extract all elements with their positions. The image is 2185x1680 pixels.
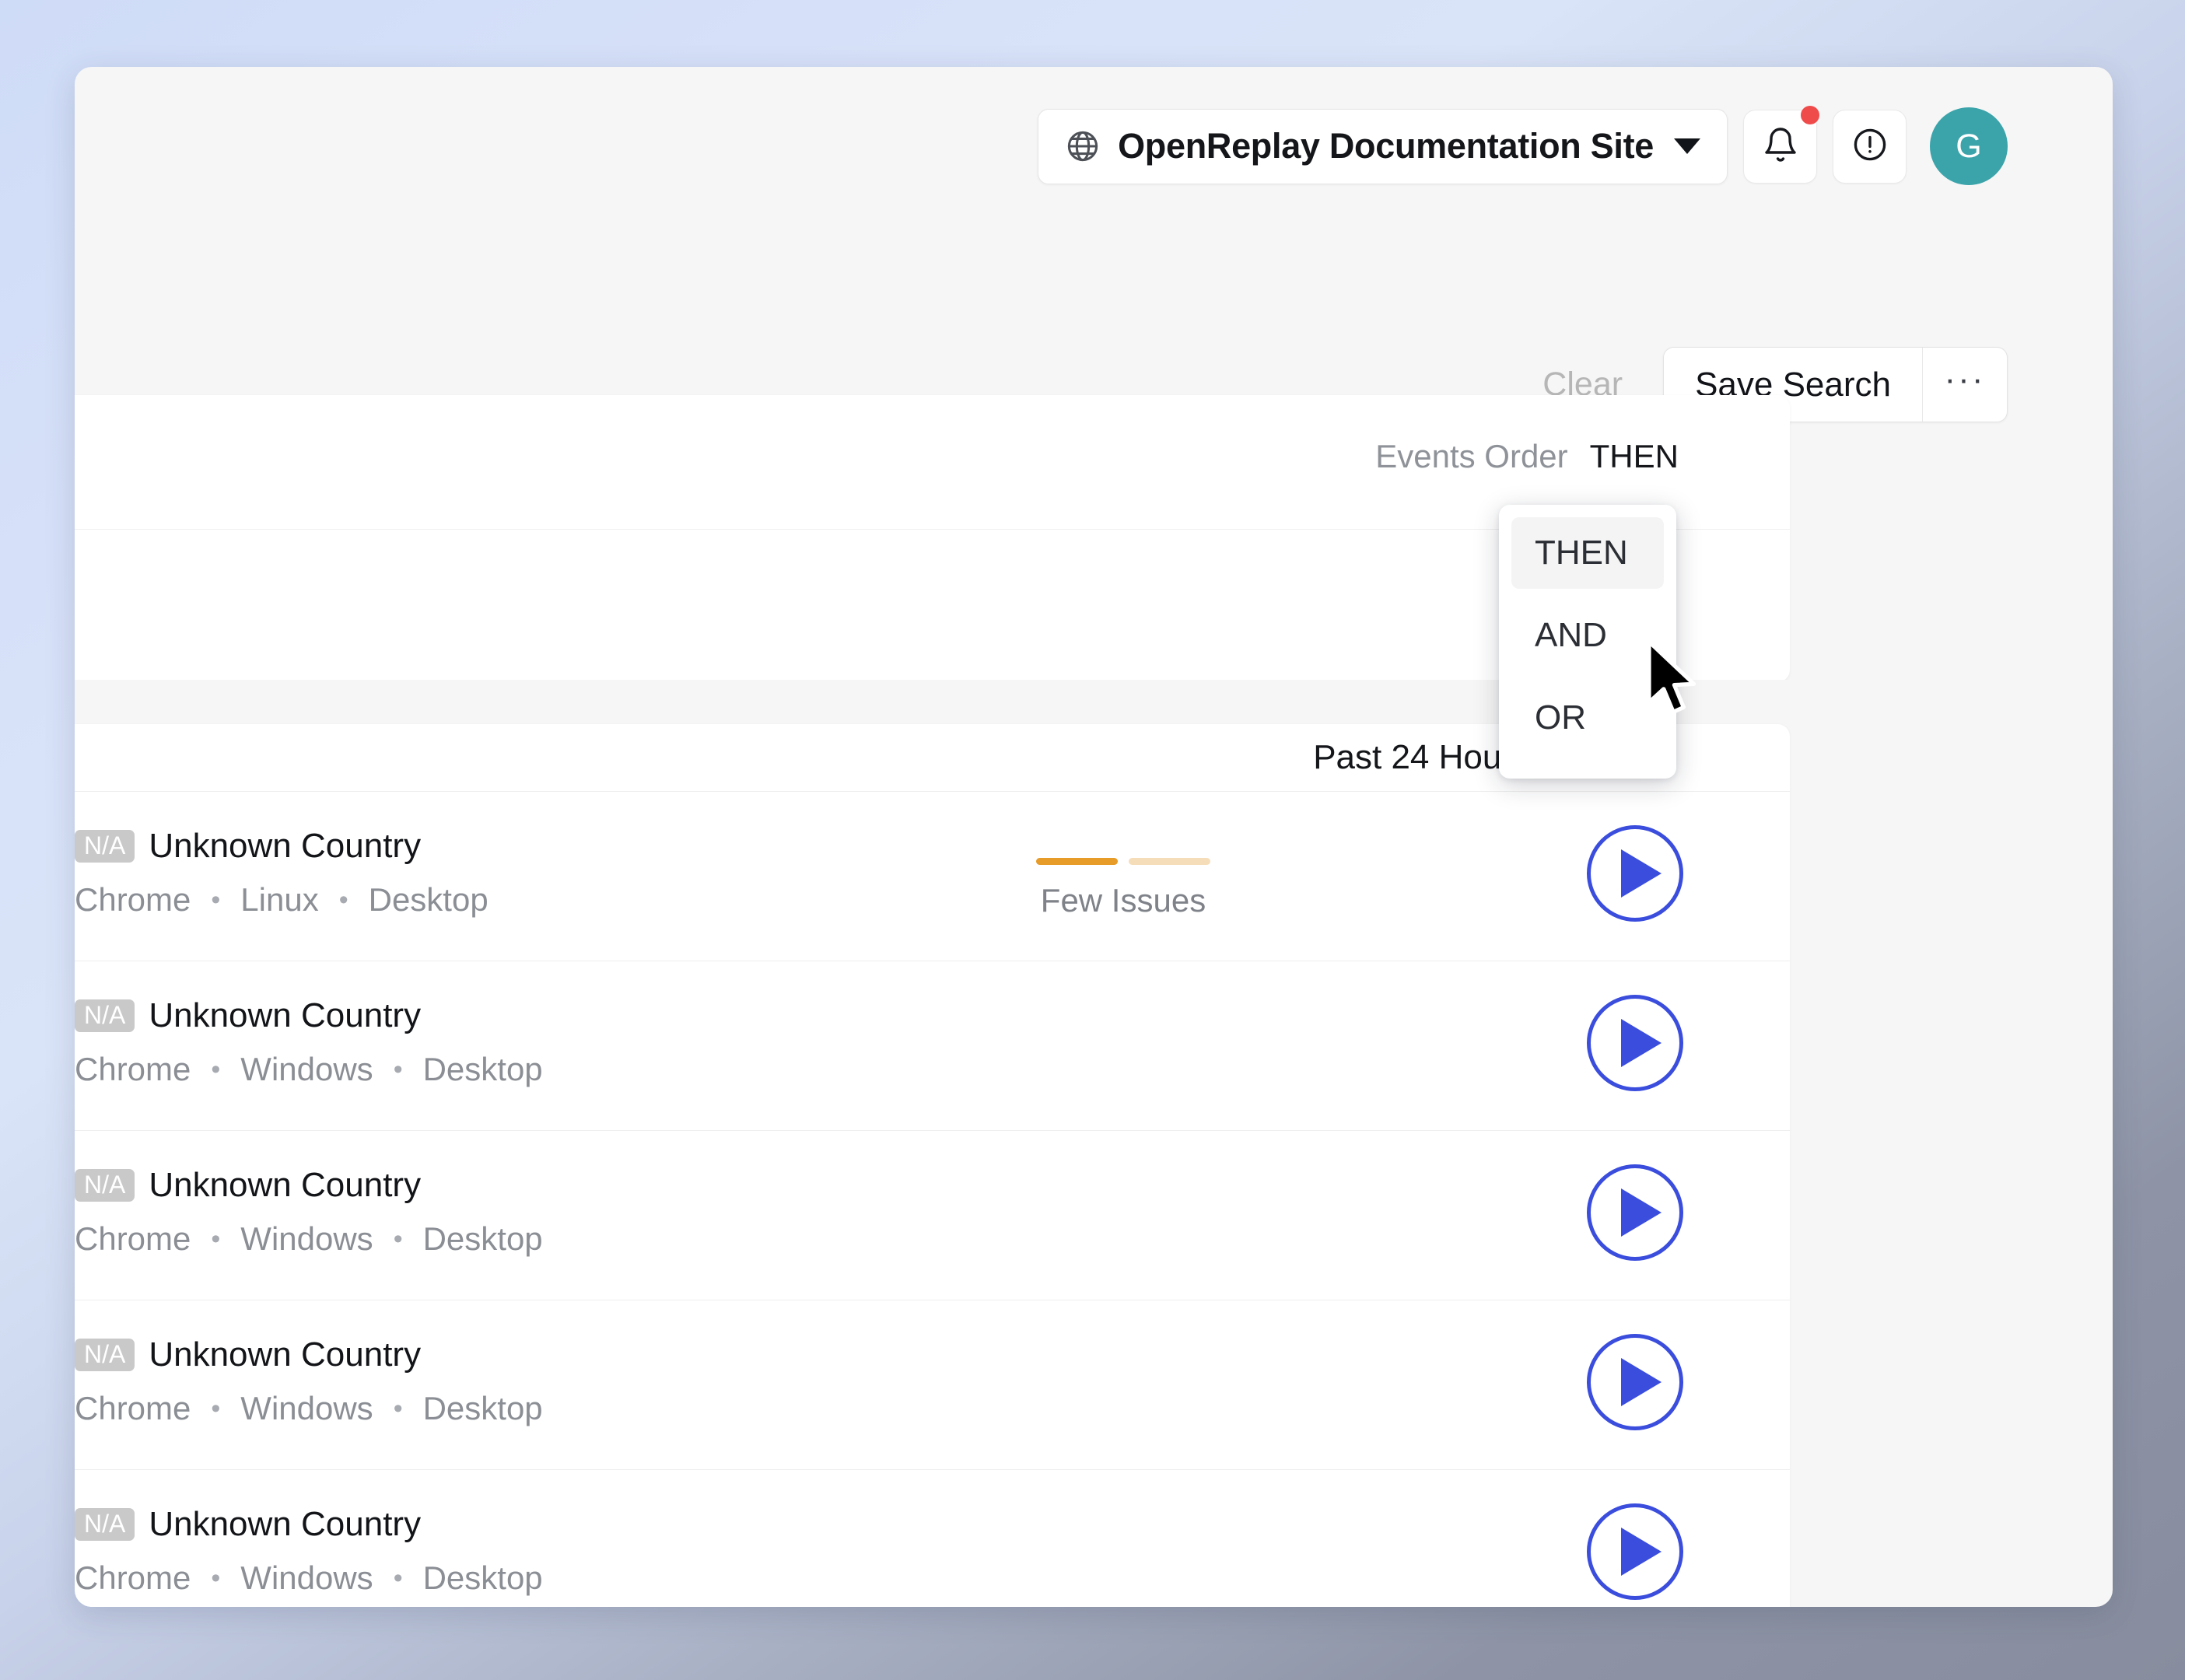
meta-separator: • [211, 1563, 221, 1593]
meta-separator: • [393, 1563, 403, 1593]
device-type: Desktop [368, 881, 488, 918]
os-name: Windows [240, 1390, 373, 1426]
globe-icon [1065, 128, 1101, 164]
play-icon [1621, 1528, 1662, 1576]
play-session-button[interactable] [1587, 825, 1683, 922]
device-type: Desktop [422, 1390, 543, 1426]
session-identity: N/A Unknown Country Chrome • Windows • D… [75, 996, 543, 1088]
session-issues-indicator: Few Issues [1034, 858, 1213, 919]
dropdown-option-then[interactable]: THEN [1511, 517, 1664, 589]
dropdown-option-or[interactable]: OR [1511, 682, 1664, 754]
bell-icon [1762, 126, 1799, 167]
top-bar-right-cluster: OpenReplay Documentation Site G [1038, 105, 2008, 185]
browser-name: Chrome [75, 881, 191, 918]
session-meta: Chrome • Windows • Desktop [75, 1051, 543, 1088]
session-identity: N/A Unknown Country Chrome • Windows • D… [75, 1335, 543, 1427]
more-options-button[interactable]: ··· [1923, 348, 2007, 422]
avatar[interactable]: G [1930, 107, 2008, 185]
notifications-button[interactable] [1743, 105, 1819, 184]
browser-name: Chrome [75, 1390, 191, 1426]
device-type: Desktop [422, 1220, 543, 1257]
country-flag-badge: N/A [75, 1339, 135, 1371]
play-icon [1621, 1358, 1662, 1406]
project-selector[interactable]: OpenReplay Documentation Site [1038, 108, 1728, 184]
session-meta: Chrome • Windows • Desktop [75, 1390, 543, 1427]
meta-separator: • [211, 884, 221, 915]
table-row[interactable]: N/A Unknown Country Chrome • Windows • D… [75, 1470, 1790, 1607]
country-name: Unknown Country [149, 1166, 422, 1204]
meta-separator: • [393, 1054, 403, 1084]
play-icon [1621, 849, 1662, 898]
session-country: N/A Unknown Country [75, 1505, 543, 1544]
play-session-button[interactable] [1587, 1503, 1683, 1600]
country-name: Unknown Country [149, 1335, 422, 1374]
session-country: N/A Unknown Country [75, 827, 488, 866]
country-name: Unknown Country [149, 1505, 422, 1543]
session-identity: N/A Unknown Country Chrome • Linux • Des… [75, 827, 488, 919]
device-type: Desktop [422, 1559, 543, 1596]
issue-label: Few Issues [1040, 882, 1206, 919]
play-session-button[interactable] [1587, 995, 1683, 1091]
events-order-dropdown-menu: THEN AND OR [1499, 505, 1676, 779]
play-session-button[interactable] [1587, 1164, 1683, 1261]
dropdown-spacer [1511, 671, 1664, 682]
session-meta: Chrome • Windows • Desktop [75, 1220, 543, 1258]
session-country: N/A Unknown Country [75, 996, 543, 1035]
dropdown-option-label: THEN [1535, 534, 1628, 572]
notification-badge-dot [1801, 105, 1819, 124]
session-identity: N/A Unknown Country Chrome • Windows • D… [75, 1166, 543, 1258]
meta-separator: • [393, 1393, 403, 1423]
play-icon [1621, 1019, 1662, 1067]
dropdown-spacer [1511, 589, 1664, 600]
events-order-label: Events Order [1375, 438, 1568, 474]
table-row[interactable]: N/A Unknown Country Chrome • Windows • D… [75, 1131, 1790, 1300]
app-window-card: OpenReplay Documentation Site G Clear Sa… [75, 67, 2113, 1607]
exclamation-circle-icon [1851, 126, 1889, 167]
browser-name: Chrome [75, 1220, 191, 1257]
browser-name: Chrome [75, 1051, 191, 1087]
meta-separator: • [393, 1223, 403, 1254]
caret-down-icon [1674, 138, 1700, 154]
events-order-value[interactable]: THEN [1590, 438, 1679, 475]
country-flag-badge: N/A [75, 830, 135, 863]
play-icon [1621, 1188, 1662, 1237]
issue-bars [1034, 858, 1213, 865]
sessions-list-panel: Past 24 Hours N/A Unknown Country Chrome… [75, 724, 1790, 1607]
os-name: Windows [240, 1220, 373, 1257]
meta-separator: • [211, 1223, 221, 1254]
table-row[interactable]: N/A Unknown Country Chrome • Linux • Des… [75, 792, 1790, 961]
issue-bar-filled [1036, 858, 1118, 865]
dropdown-option-label: AND [1535, 616, 1607, 654]
issue-bar-empty [1129, 858, 1210, 865]
meta-separator: • [211, 1393, 221, 1423]
session-country: N/A Unknown Country [75, 1166, 543, 1205]
country-name: Unknown Country [149, 996, 422, 1034]
dropdown-option-and[interactable]: AND [1511, 600, 1664, 671]
country-flag-badge: N/A [75, 999, 135, 1032]
meta-separator: • [211, 1054, 221, 1084]
table-row[interactable]: N/A Unknown Country Chrome • Windows • D… [75, 961, 1790, 1131]
meta-separator: • [338, 884, 348, 915]
os-name: Windows [240, 1051, 373, 1087]
os-name: Windows [240, 1559, 373, 1596]
device-type: Desktop [422, 1051, 543, 1087]
session-meta: Chrome • Linux • Desktop [75, 881, 488, 919]
country-flag-badge: N/A [75, 1508, 135, 1541]
events-order-control: Events Order THEN [1375, 438, 1679, 475]
country-name: Unknown Country [149, 827, 422, 865]
session-meta: Chrome • Windows • Desktop [75, 1559, 543, 1597]
session-country: N/A Unknown Country [75, 1335, 543, 1374]
browser-name: Chrome [75, 1559, 191, 1596]
avatar-initial: G [1956, 127, 1982, 165]
period-label: Past 24 Hours [1313, 738, 1530, 776]
top-bar: OpenReplay Documentation Site G [75, 67, 2113, 199]
project-name-label: OpenReplay Documentation Site [1118, 126, 1654, 166]
play-session-button[interactable] [1587, 1334, 1683, 1430]
dropdown-option-label: OR [1535, 698, 1586, 737]
table-row[interactable]: N/A Unknown Country Chrome • Windows • D… [75, 1300, 1790, 1470]
alerts-button[interactable] [1833, 109, 1907, 184]
session-identity: N/A Unknown Country Chrome • Windows • D… [75, 1505, 543, 1597]
os-name: Linux [240, 881, 319, 918]
country-flag-badge: N/A [75, 1169, 135, 1202]
